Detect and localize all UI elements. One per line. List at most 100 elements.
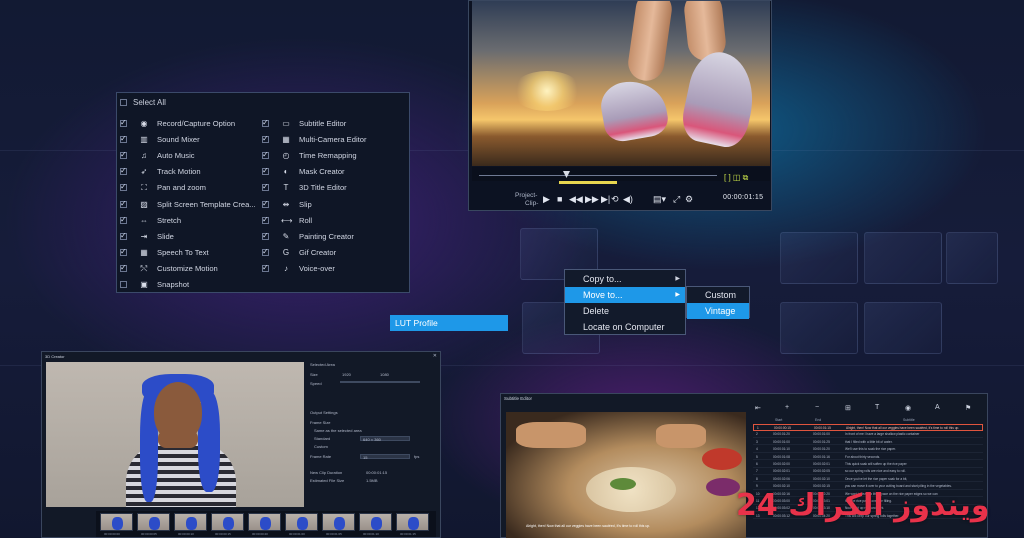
feature-checkbox[interactable] bbox=[120, 199, 127, 208]
table-row[interactable]: 8 00:00:02:06 00:00:02:10 Once you've let t… bbox=[753, 476, 983, 483]
style-icon[interactable]: ⚑ bbox=[965, 404, 971, 412]
feature-item[interactable]: ⟷ Roll bbox=[262, 212, 367, 228]
column-header-subtitle[interactable]: Subtitle bbox=[903, 418, 915, 423]
feature-item[interactable]: ◴ Time Remapping bbox=[262, 147, 367, 163]
submenu-item-custom[interactable]: Custom bbox=[687, 287, 749, 303]
feature-item[interactable]: ⇔ Stretch bbox=[120, 212, 256, 228]
table-row[interactable]: 5 00:00:01:08 00:00:01:16 For about thirty … bbox=[753, 454, 983, 461]
frame-thumbnail[interactable] bbox=[359, 513, 392, 531]
text-options-icon[interactable]: T bbox=[875, 404, 879, 411]
feature-checkbox[interactable] bbox=[120, 281, 127, 289]
subtitle-video-preview[interactable]: Alright, then! Now that all our veggies … bbox=[506, 412, 746, 538]
frame-thumbnail[interactable] bbox=[248, 513, 281, 531]
submenu-item-vintage[interactable]: Vintage bbox=[687, 303, 749, 319]
feature-checkbox[interactable] bbox=[262, 166, 269, 176]
feature-checkbox[interactable] bbox=[262, 231, 269, 240]
feature-checkbox[interactable] bbox=[120, 134, 127, 143]
feature-item[interactable]: G Gif Creator bbox=[262, 245, 367, 261]
feature-checkbox[interactable] bbox=[120, 118, 127, 127]
feature-item[interactable]: ▭ Subtitle Editor bbox=[262, 115, 367, 131]
table-row[interactable]: 6 00:00:02:00 00:00:02:01 This quick soak w… bbox=[753, 461, 983, 468]
feature-checkbox[interactable] bbox=[262, 247, 269, 257]
close-icon[interactable]: ✕ bbox=[433, 353, 437, 359]
creator-preview[interactable] bbox=[46, 362, 304, 507]
feature-item[interactable]: ▦ Multi-Camera Editor bbox=[262, 131, 367, 147]
mark-in-out-icons[interactable]: [ ] ◫ ⧉ bbox=[724, 173, 748, 183]
menu-item-delete[interactable]: Delete bbox=[565, 303, 685, 319]
trim-range[interactable] bbox=[559, 181, 617, 184]
frame-thumbnail[interactable] bbox=[100, 513, 133, 531]
menu-item-locate-on-computer[interactable]: Locate on Computer bbox=[565, 319, 685, 335]
fit-icon[interactable]: ⤢ bbox=[673, 194, 680, 205]
frame-thumbnail[interactable] bbox=[396, 513, 429, 531]
feature-checkbox[interactable] bbox=[120, 166, 127, 176]
project-mode-label[interactable]: Project- bbox=[515, 192, 537, 200]
add-subtitle-icon[interactable]: + bbox=[785, 404, 789, 411]
scrub-bar[interactable] bbox=[479, 175, 717, 176]
font-icon[interactable]: A bbox=[935, 404, 940, 411]
feature-checkbox[interactable] bbox=[262, 199, 269, 208]
remove-subtitle-icon[interactable]: − bbox=[815, 404, 819, 411]
feature-checkbox[interactable] bbox=[262, 215, 269, 224]
timecode-display[interactable]: 00:00:01:15 bbox=[723, 194, 763, 201]
volume-icon[interactable]: ◀) bbox=[623, 194, 633, 205]
table-row[interactable]: 3 00:00:01:00 00:00:01:25 that I filled wit… bbox=[753, 439, 983, 446]
feature-item[interactable]: ▨ Split Screen Template Crea... bbox=[120, 196, 256, 212]
feature-checkbox[interactable] bbox=[120, 247, 127, 257]
height-value[interactable]: 1080 bbox=[380, 372, 389, 377]
feature-checkbox[interactable] bbox=[262, 182, 269, 192]
feature-checkbox[interactable] bbox=[120, 263, 127, 273]
feature-checkbox[interactable] bbox=[262, 150, 269, 159]
frame-thumbnail[interactable] bbox=[137, 513, 170, 531]
feature-item[interactable]: ▥ Sound Mixer bbox=[120, 131, 256, 147]
clip-mode-label[interactable]: Clip- bbox=[525, 200, 538, 208]
feature-checkbox[interactable] bbox=[262, 118, 269, 127]
feature-checkbox[interactable] bbox=[120, 231, 127, 240]
feature-item[interactable]: T 3D Title Editor bbox=[262, 180, 367, 196]
frame-thumbnail[interactable] bbox=[211, 513, 244, 531]
feature-item[interactable]: ⛶ Pan and zoom bbox=[120, 180, 256, 196]
import-icon[interactable]: ⇤ bbox=[755, 404, 761, 412]
select-all-checkbox[interactable] bbox=[120, 99, 127, 106]
settings-icon[interactable]: ⚙ bbox=[685, 194, 693, 205]
feature-item[interactable]: ▦ Speech To Text bbox=[120, 245, 256, 261]
speech-to-text-icon[interactable]: ◉ bbox=[905, 404, 911, 412]
next-frame-icon[interactable]: ▶▶ bbox=[585, 194, 599, 205]
feature-item[interactable]: ⇥ Slide bbox=[120, 228, 256, 244]
standard-option[interactable]: Standard bbox=[314, 436, 330, 441]
same-as-selected-option[interactable]: Same as the selected area bbox=[314, 428, 362, 433]
feature-item[interactable]: ♫ Auto Music bbox=[120, 147, 256, 163]
feature-item[interactable]: ✎ Painting Creator bbox=[262, 228, 367, 244]
menu-item-move-to[interactable]: Move to... ▶ bbox=[565, 287, 685, 303]
select-all-option[interactable]: Select All bbox=[120, 98, 166, 107]
feature-checkbox[interactable] bbox=[120, 215, 127, 224]
standard-size-select[interactable]: 640 × 360 bbox=[360, 436, 410, 442]
feature-checkbox[interactable] bbox=[262, 263, 269, 273]
feature-item[interactable]: ◐ Mask Creator bbox=[262, 164, 367, 180]
feature-checkbox[interactable] bbox=[262, 134, 269, 143]
speed-slider[interactable] bbox=[340, 381, 420, 383]
end-icon[interactable]: ▶| bbox=[601, 194, 610, 205]
feature-checkbox[interactable] bbox=[120, 150, 127, 159]
feature-item[interactable]: ⇹ Slip bbox=[262, 196, 367, 212]
feature-checkbox[interactable] bbox=[120, 182, 127, 192]
frame-rate-select[interactable]: 15 bbox=[360, 454, 410, 460]
repeat-icon[interactable]: ⟲ bbox=[611, 194, 619, 205]
column-header-start[interactable]: Start bbox=[775, 418, 782, 423]
table-row[interactable]: 4 00:00:01:10 00:00:01:20 We'll use this to… bbox=[753, 446, 983, 453]
feature-item[interactable]: ➶ Track Motion bbox=[120, 164, 256, 180]
merge-icon[interactable]: ⊞ bbox=[845, 404, 851, 412]
resolution-icon[interactable]: ▤▾ bbox=[653, 194, 666, 205]
table-row[interactable]: 1 00:00:00:15 00:00:01:15 Alright, then! No… bbox=[753, 424, 983, 431]
previous-frame-icon[interactable]: ◀◀ bbox=[569, 194, 583, 205]
frame-thumbnail[interactable] bbox=[285, 513, 318, 531]
table-row[interactable]: 2 00:00:01:20 00:00:01:00 In front of me I … bbox=[753, 431, 983, 438]
frame-strip[interactable]: 00:00:00:00 00:00:00:05 00:00:00:10 00:00:0… bbox=[96, 511, 436, 537]
frame-thumbnail[interactable] bbox=[322, 513, 355, 531]
feature-item[interactable]: ◉ Record/Capture Option bbox=[120, 115, 256, 131]
feature-item[interactable]: ▣ Snapshot bbox=[120, 277, 256, 293]
feature-item[interactable]: ⤲ Customize Motion bbox=[120, 261, 256, 277]
menu-item-copy-to[interactable]: Copy to... ▶ bbox=[565, 271, 685, 287]
feature-item[interactable]: ♪ Voice-over bbox=[262, 261, 367, 277]
frame-thumbnail[interactable] bbox=[174, 513, 207, 531]
